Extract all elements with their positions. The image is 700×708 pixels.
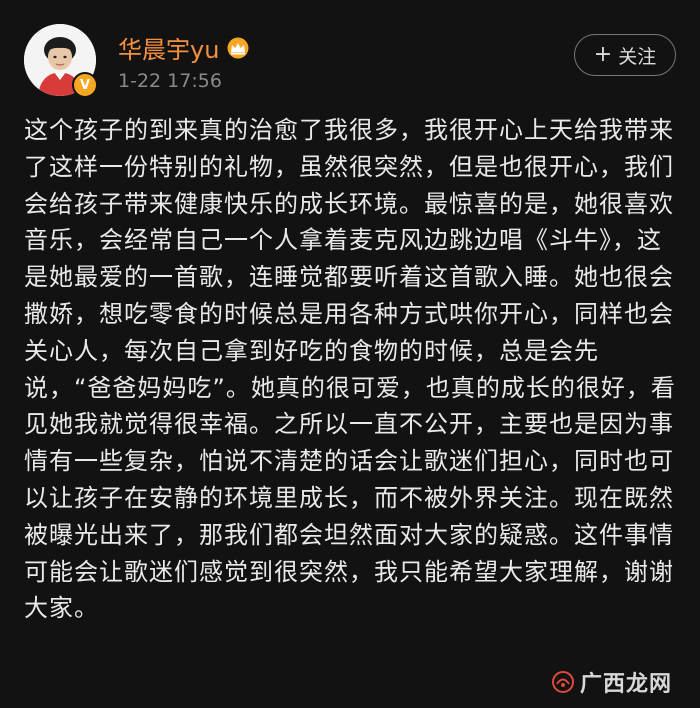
vip-badge-label: V <box>79 77 91 93</box>
avatar-container[interactable]: V <box>24 24 98 98</box>
plus-icon: + <box>593 42 613 67</box>
crown-icon <box>227 37 249 58</box>
watermark-text: 广西龙网 <box>579 671 672 697</box>
post-timestamp: 1-22 17:56 <box>118 70 222 92</box>
user-name[interactable]: 华晨宇yu <box>118 30 219 65</box>
follow-button-label: 关注 <box>618 45 657 68</box>
watermark-logo-icon <box>551 671 574 693</box>
watermark: 广西龙网 <box>551 666 672 698</box>
vip-badge-icon: V <box>72 72 98 98</box>
user-name-row[interactable]: 华晨宇yu <box>118 30 251 65</box>
post-body-text: 这个孩子的到来真的治愈了我很多，我很开心上天给我带来了这样一份特别的礼物，虽然很… <box>24 116 676 623</box>
follow-button[interactable]: + 关注 <box>574 34 676 76</box>
